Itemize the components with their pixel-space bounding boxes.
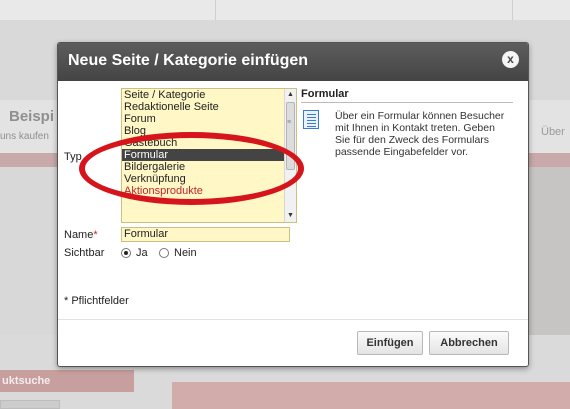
type-option[interactable]: Seite / Kategorie <box>122 89 296 101</box>
background-subtext: uns kaufen <box>0 131 49 142</box>
scroll-down-icon[interactable]: ▼ <box>285 210 296 222</box>
background-sidebar-label: uktsuche <box>2 375 51 387</box>
type-option[interactable]: Gästebuch <box>122 137 296 149</box>
type-list-scrollbar[interactable]: ▲ ≡ ▼ <box>284 89 296 222</box>
name-label: Name* <box>64 229 98 241</box>
description-text: Über ein Formular können Besucher mit Ih… <box>335 110 505 158</box>
type-option[interactable]: Blog <box>122 125 296 137</box>
visible-label: Sichtbar <box>64 247 105 259</box>
insert-page-dialog: Neue Seite / Kategorie einfügen x Typ Se… <box>57 42 529 367</box>
close-icon[interactable]: x <box>502 51 519 68</box>
footer-divider <box>58 319 528 320</box>
form-document-icon <box>303 110 319 129</box>
grip-icon: ≡ <box>287 119 292 126</box>
visible-no-label[interactable]: Nein <box>174 247 197 259</box>
required-asterisk: * <box>93 229 98 241</box>
scroll-up-icon[interactable]: ▲ <box>285 89 296 101</box>
name-input[interactable]: Formular <box>121 227 290 242</box>
visible-no-radio[interactable] <box>159 248 169 258</box>
type-label: Typ <box>64 151 82 163</box>
dialog-titlebar: Neue Seite / Kategorie einfügen x <box>58 43 528 81</box>
type-option[interactable]: Redaktionelle Seite <box>122 101 296 113</box>
background-top-bar <box>0 0 570 20</box>
visible-yes-radio[interactable] <box>121 248 131 258</box>
type-listbox[interactable]: Seite / Kategorie Redaktionelle Seite Fo… <box>121 88 297 223</box>
type-option[interactable]: Forum <box>122 113 296 125</box>
background-sidebar-box: uktsuche <box>0 370 134 392</box>
background-right-link: Über <box>541 126 565 138</box>
cancel-button[interactable]: Abbrechen <box>429 331 509 355</box>
description-title: Formular <box>301 88 513 103</box>
type-option[interactable]: Verknüpfung <box>122 173 296 185</box>
required-note: * Pflichtfelder <box>64 295 129 307</box>
type-option[interactable]: Aktionsprodukte <box>122 185 296 197</box>
type-option[interactable]: Bildergalerie <box>122 161 296 173</box>
background-heading: Beispi <box>9 108 55 125</box>
scroll-thumb[interactable] <box>286 102 295 170</box>
type-option-selected[interactable]: Formular <box>122 149 296 161</box>
background-red-block <box>172 382 570 409</box>
insert-button[interactable]: Einfügen <box>357 331 423 355</box>
dialog-title: Neue Seite / Kategorie einfügen <box>68 52 309 69</box>
visible-yes-label[interactable]: Ja <box>136 247 148 259</box>
background-small-box <box>0 400 60 409</box>
